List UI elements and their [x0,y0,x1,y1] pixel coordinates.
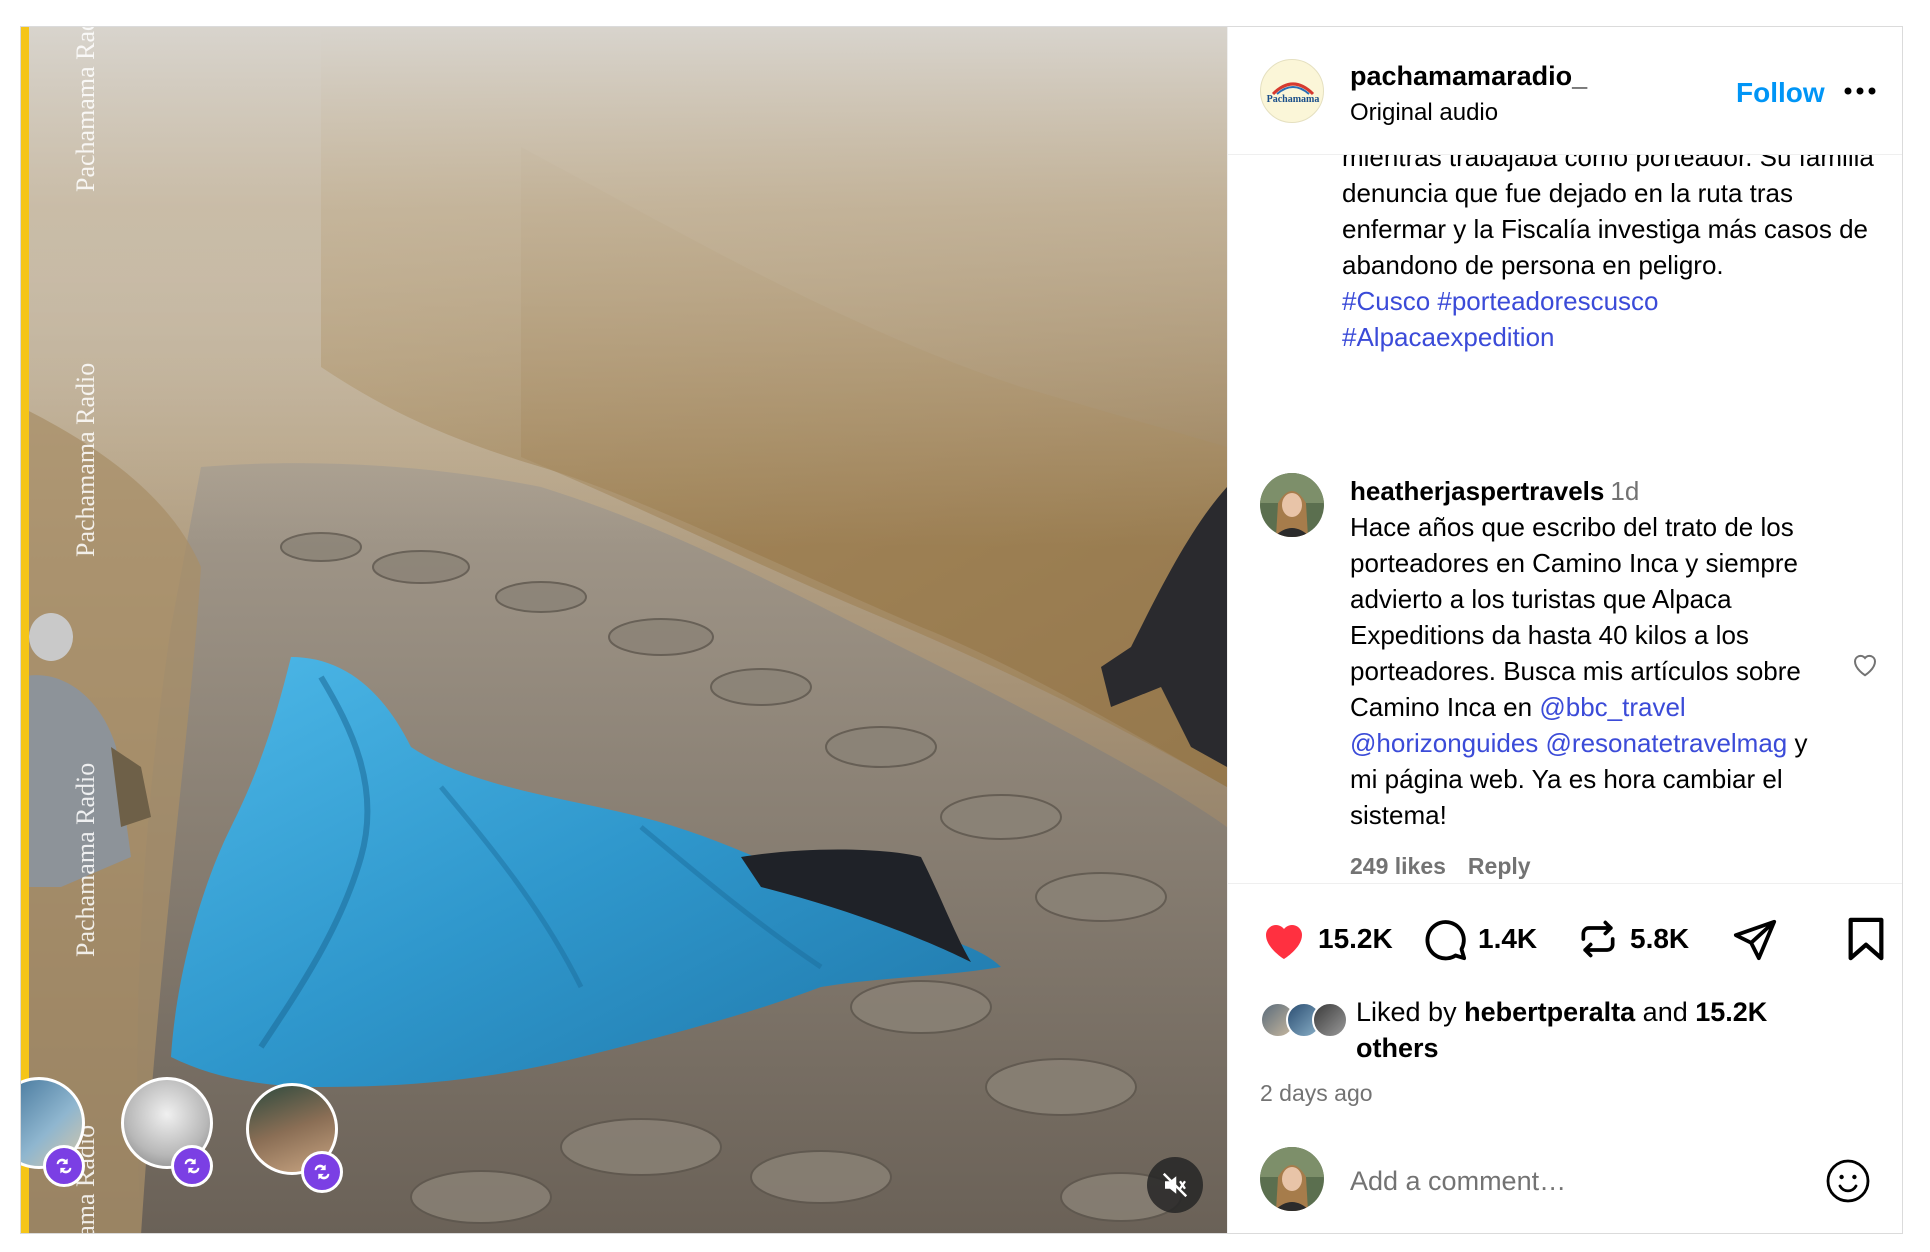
save-action[interactable] [1846,914,1886,964]
repost-icon [43,1145,85,1187]
watermark-text: Pachamama Radio [71,27,100,192]
mention-link[interactable]: @resonatetravelmag [1546,728,1788,758]
comments-section[interactable]: mientras trabajaba como porteador. Su fa… [1228,155,1902,883]
repost-count[interactable]: 5.8K [1630,923,1689,955]
share-paper-plane-icon[interactable] [1732,916,1778,962]
commenter-avatar[interactable] [1260,473,1324,537]
comment-username[interactable]: heatherjaspertravels [1350,476,1604,506]
mention-link[interactable]: @bbc_travel [1539,692,1685,722]
repost-icon [171,1145,213,1187]
add-comment-input[interactable] [1350,1161,1790,1201]
post-caption: mientras trabajaba como porteador. Su fa… [1342,155,1882,355]
comment-count[interactable]: 1.4K [1478,923,1537,955]
watermark-text: Pachamama Radio [71,362,100,557]
post-container: Pachamama Radio Pachamama Radio Pachamam… [20,26,1903,1234]
current-user-avatar [1260,1147,1324,1211]
mention-link[interactable]: @horizonguides [1350,728,1538,758]
like-count[interactable]: 15.2K [1318,923,1393,955]
post-header: Pachamama pachamamaradio_ Original audio… [1228,27,1902,155]
liked-by-text: Liked by hebertperalta and 15.2K others [1356,994,1856,1066]
follow-button[interactable]: Follow [1736,77,1825,109]
side-accent-strip [21,27,29,1233]
comment-timestamp: 1d [1610,476,1640,506]
liker-avatar [1312,1002,1348,1038]
comment-item: heatherjaspertravels 1d Hace años que esc… [1350,473,1820,833]
comment-meta: 249 likes Reply [1350,853,1553,880]
emoji-icon[interactable] [1824,1157,1872,1205]
comment-bubble-icon[interactable] [1422,916,1468,962]
post-video[interactable]: Pachamama Radio Pachamama Radio Pachamam… [21,27,1227,1233]
comment-text: Hace años que escribo del trato de los p… [1350,512,1801,722]
author-avatar[interactable]: Pachamama [1260,59,1324,123]
share-action[interactable] [1732,914,1778,964]
post-timestamp[interactable]: 2 days ago [1260,1080,1373,1107]
add-comment-bar [1228,1137,1902,1233]
caption-text: mientras trabajaba como porteador. Su fa… [1342,155,1874,280]
watermark-text: Pachamama Radio [71,762,100,957]
liked-by-username[interactable]: hebertperalta [1464,997,1635,1027]
repost-action[interactable]: 5.8K [1576,914,1689,964]
muted-speaker-icon [1162,1172,1188,1198]
like-action[interactable]: 15.2K [1260,914,1393,964]
comment-likes-count[interactable]: 249 likes [1350,853,1446,879]
hashtag-link[interactable]: #Alpacaexpedition [1342,322,1555,352]
repost-icon [301,1151,343,1193]
heart-filled-icon[interactable] [1260,917,1308,961]
liked-by-prefix: Liked by [1356,997,1457,1027]
hashtag-link[interactable]: #Cusco #porteadorescusco [1342,286,1659,316]
comment-reply-button[interactable]: Reply [1468,853,1531,879]
audio-label[interactable]: Original audio [1350,99,1498,127]
action-bar: 15.2K 1.4K 5.8K [1260,914,1890,964]
liked-by-avatars[interactable] [1260,1002,1350,1038]
video-frame-scene [21,27,1227,1233]
post-side-panel: Pachamama pachamamaradio_ Original audio… [1227,27,1902,1233]
author-username[interactable]: pachamamaradio_ [1350,61,1587,92]
liked-by-and: and [1642,997,1688,1027]
more-options-icon[interactable] [1840,79,1880,103]
logo-text: Pachamama [1267,94,1320,105]
bookmark-icon[interactable] [1846,916,1886,962]
repost-arrows-icon[interactable] [1576,916,1620,962]
mute-button[interactable] [1147,1157,1203,1213]
pachamama-logo: Pachamama [1267,82,1320,105]
comment-like-heart-icon[interactable] [1850,650,1880,678]
comment-action[interactable]: 1.4K [1422,914,1537,964]
